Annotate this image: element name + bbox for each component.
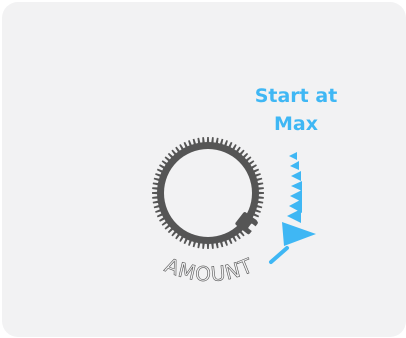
knob-tooth bbox=[179, 144, 185, 151]
knob-tooth bbox=[239, 149, 245, 156]
knob-tooth bbox=[219, 240, 224, 248]
knob-tooth bbox=[171, 149, 177, 156]
knob-tooth bbox=[257, 196, 264, 199]
knob-tooth bbox=[257, 191, 264, 195]
amount-knob[interactable] bbox=[152, 137, 264, 249]
knob-tooth bbox=[192, 138, 197, 146]
knob-tooth bbox=[164, 156, 171, 162]
knob-tooth bbox=[235, 146, 241, 153]
knob-tooth bbox=[248, 160, 255, 166]
knob-label: AMOUNT bbox=[162, 253, 257, 286]
knob-tooth bbox=[211, 137, 214, 144]
knob-tooth bbox=[254, 173, 261, 178]
knob-scene: AMOUNT bbox=[152, 137, 316, 287]
knob-tooth bbox=[206, 242, 210, 249]
knob-tooth bbox=[152, 187, 159, 190]
knob-tooth bbox=[223, 140, 228, 147]
knob-tooth bbox=[183, 237, 188, 245]
knob-tooth bbox=[192, 240, 197, 248]
knob-tooth bbox=[245, 156, 252, 162]
knob-tooth bbox=[156, 168, 164, 173]
max-tick-mark bbox=[269, 246, 289, 264]
knob-tooth bbox=[228, 141, 233, 149]
knob-tooth bbox=[183, 141, 188, 149]
knob-tooth bbox=[254, 208, 261, 213]
knob-tooth bbox=[179, 235, 185, 242]
knob-tooth bbox=[206, 137, 210, 144]
knob-tooth bbox=[188, 239, 193, 246]
knob-tooth bbox=[152, 196, 159, 199]
knob-tooth bbox=[231, 144, 237, 151]
knob-tooth bbox=[202, 242, 205, 249]
knob-tooth bbox=[255, 204, 263, 209]
knob-tooth bbox=[223, 239, 228, 246]
knob-tooth bbox=[219, 138, 224, 146]
knob-tooth bbox=[164, 224, 171, 230]
knob-tooth bbox=[211, 242, 214, 249]
knob-tooth bbox=[152, 191, 159, 195]
knob-tooth bbox=[159, 216, 166, 222]
knob-tooth bbox=[231, 235, 237, 242]
knob-tooth bbox=[159, 164, 166, 170]
knob-tooth bbox=[175, 233, 181, 240]
max-pointer-icon bbox=[282, 222, 316, 246]
knob-tooth bbox=[153, 204, 161, 209]
knob-tooth bbox=[257, 187, 264, 190]
knob-tooth bbox=[156, 213, 164, 218]
knob-tooth bbox=[228, 237, 233, 245]
knob-tooth bbox=[202, 137, 205, 144]
knob-tooth bbox=[255, 177, 263, 182]
knob-tooth bbox=[161, 220, 168, 226]
knob-tooth bbox=[252, 213, 260, 218]
knob-tooth bbox=[161, 160, 168, 166]
knob-tooth bbox=[250, 164, 257, 170]
knob-tooth bbox=[155, 173, 162, 178]
knob-tooth bbox=[188, 140, 193, 147]
knob-tooth bbox=[239, 230, 245, 237]
knob-tooth bbox=[153, 177, 161, 182]
rotation-hint-arrows bbox=[282, 152, 316, 246]
knob-tooth bbox=[171, 230, 177, 237]
knob-tooth bbox=[252, 168, 260, 173]
knob-tooth bbox=[155, 208, 162, 213]
knob-tooth bbox=[175, 146, 181, 153]
knob-tooth bbox=[235, 233, 241, 240]
